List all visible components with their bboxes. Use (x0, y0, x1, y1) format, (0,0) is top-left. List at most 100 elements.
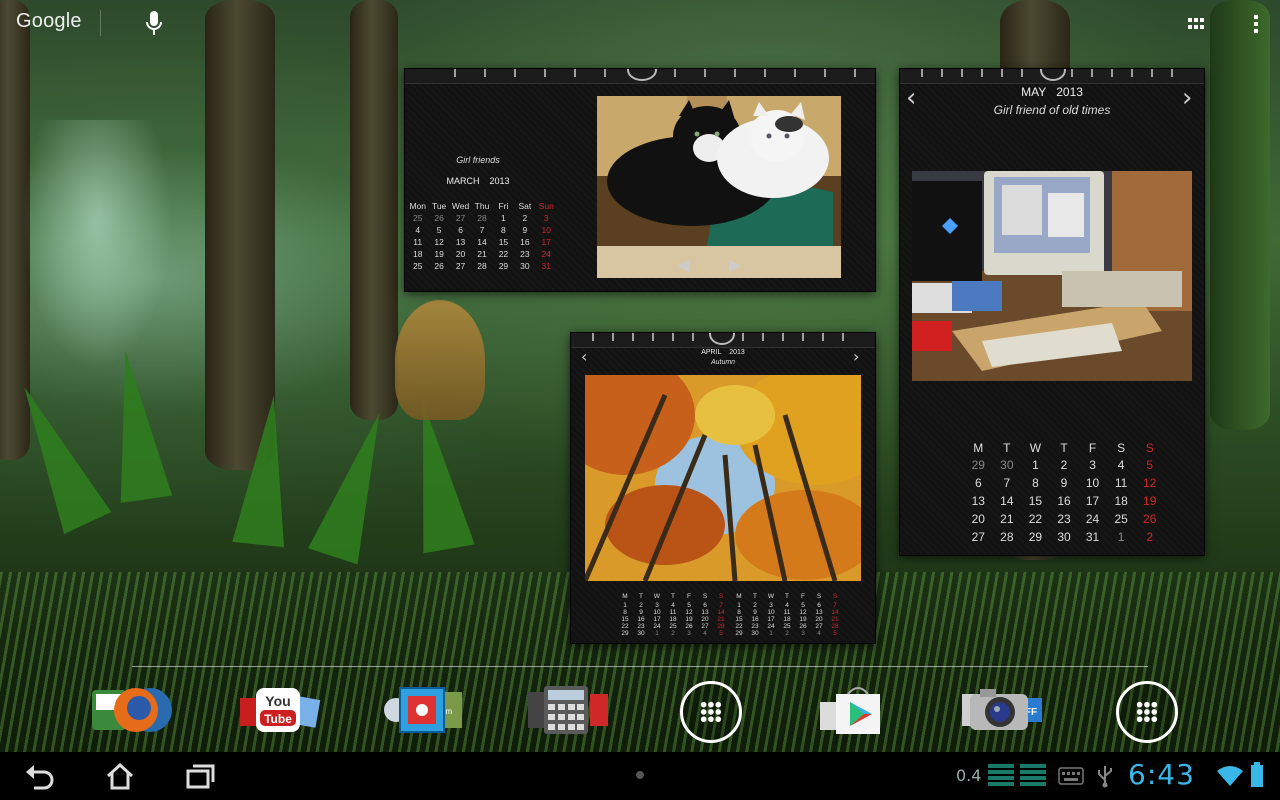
calendar-day[interactable]: 19 (681, 616, 697, 623)
calendar-day[interactable]: 21 (827, 616, 843, 623)
calendar-day[interactable]: 23 (514, 249, 535, 259)
calendar-day[interactable]: 15 (731, 616, 747, 623)
calendar-day[interactable]: 21 (471, 249, 492, 259)
calendar-day[interactable]: 20 (697, 616, 713, 623)
calendar-day[interactable]: 18 (779, 616, 795, 623)
calendar-day[interactable]: 29 (731, 630, 747, 637)
calendar-day[interactable]: 19 (428, 249, 449, 259)
calendar-day[interactable]: 17 (649, 616, 665, 623)
calendar-day[interactable]: 8 (1021, 476, 1050, 490)
calendar-day[interactable]: 23 (747, 623, 763, 630)
calendar-day[interactable]: 27 (697, 623, 713, 630)
calendar-day[interactable]: 13 (450, 237, 471, 247)
calendar-day[interactable]: 12 (428, 237, 449, 247)
folder-youtube-icon[interactable]: You Tube (238, 684, 322, 736)
calendar-day[interactable]: 1 (649, 630, 665, 637)
calendar-day[interactable]: 16 (633, 616, 649, 623)
calendar-day[interactable]: 6 (811, 602, 827, 609)
calendar-day[interactable]: 28 (471, 213, 492, 223)
calendar-day[interactable]: 29 (493, 261, 514, 271)
calendar-day[interactable]: 15 (493, 237, 514, 247)
calendar-day[interactable]: 7 (471, 225, 492, 235)
home-icon[interactable] (104, 762, 136, 790)
calendar-day[interactable]: 14 (713, 609, 729, 616)
calendar-day[interactable]: 24 (763, 623, 779, 630)
calendar-day[interactable]: 11 (665, 609, 681, 616)
grid-icon[interactable] (1186, 14, 1206, 34)
app-drawer-button[interactable] (1116, 681, 1178, 743)
calendar-day[interactable]: 8 (493, 225, 514, 235)
folder-office-icon[interactable] (526, 684, 610, 736)
calendar-day[interactable]: 25 (407, 261, 428, 271)
chevron-left-icon[interactable]: ◀ (677, 255, 689, 274)
calendar-day[interactable]: 21 (713, 616, 729, 623)
folder-firefox-icon[interactable] (90, 684, 174, 736)
calendar-day[interactable]: 26 (428, 261, 449, 271)
calendar-day[interactable]: 10 (1078, 476, 1107, 490)
calendar-day[interactable]: 17 (536, 237, 557, 247)
calendar-day[interactable]: 3 (681, 630, 697, 637)
calendar-day[interactable]: 11 (779, 609, 795, 616)
calendar-day[interactable]: 26 (428, 213, 449, 223)
calendar-widget-may[interactable]: ‹ › MAY 2013 Girl friend of old times MT… (899, 68, 1205, 556)
calendar-day[interactable]: 27 (450, 213, 471, 223)
calendar-day[interactable]: 31 (536, 261, 557, 271)
folder-camera-icon[interactable]: FF (960, 684, 1044, 736)
calendar-day[interactable]: 1 (1107, 530, 1136, 544)
calendar-day[interactable]: 13 (964, 494, 993, 508)
calendar-day[interactable]: 3 (536, 213, 557, 223)
folder-tools-icon[interactable]: im (382, 684, 466, 736)
calendar-day[interactable]: 11 (1107, 476, 1136, 490)
calendar-day[interactable]: 30 (633, 630, 649, 637)
calendar-day[interactable]: 18 (407, 249, 428, 259)
calendar-day[interactable]: 18 (1107, 494, 1136, 508)
calendar-day[interactable]: 30 (993, 458, 1022, 472)
calendar-day[interactable]: 3 (763, 602, 779, 609)
calendar-day[interactable]: 2 (1135, 530, 1164, 544)
calendar-day[interactable]: 24 (1078, 512, 1107, 526)
chevron-right-icon[interactable]: ▶ (729, 255, 741, 274)
calendar-day[interactable]: 27 (964, 530, 993, 544)
calendar-day[interactable]: 26 (681, 623, 697, 630)
calendar-day[interactable]: 4 (697, 630, 713, 637)
calendar-day[interactable]: 31 (1078, 530, 1107, 544)
calendar-day[interactable]: 19 (1135, 494, 1164, 508)
calendar-day[interactable]: 28 (713, 623, 729, 630)
calendar-day[interactable]: 10 (649, 609, 665, 616)
folder-play-store-icon[interactable] (818, 684, 902, 736)
calendar-day[interactable]: 17 (1078, 494, 1107, 508)
calendar-day[interactable]: 20 (964, 512, 993, 526)
calendar-day[interactable]: 7 (713, 602, 729, 609)
calendar-day[interactable]: 29 (1021, 530, 1050, 544)
calendar-day[interactable]: 20 (811, 616, 827, 623)
calendar-day[interactable]: 4 (665, 602, 681, 609)
calendar-day[interactable]: 30 (747, 630, 763, 637)
calendar-day[interactable]: 6 (697, 602, 713, 609)
calendar-day[interactable]: 22 (731, 623, 747, 630)
calendar-day[interactable]: 3 (1078, 458, 1107, 472)
calendar-day[interactable]: 22 (1021, 512, 1050, 526)
calendar-day[interactable]: 26 (1135, 512, 1164, 526)
calendar-day[interactable]: 23 (1050, 512, 1079, 526)
overflow-menu-icon[interactable] (1246, 12, 1266, 36)
calendar-day[interactable]: 15 (1021, 494, 1050, 508)
calendar-day[interactable]: 2 (747, 602, 763, 609)
calendar-day[interactable]: 18 (665, 616, 681, 623)
calendar-day[interactable]: 27 (811, 623, 827, 630)
calendar-day[interactable]: 6 (964, 476, 993, 490)
calendar-day[interactable]: 30 (1050, 530, 1079, 544)
calendar-day[interactable]: 9 (633, 609, 649, 616)
calendar-day[interactable]: 2 (514, 213, 535, 223)
calendar-day[interactable]: 2 (779, 630, 795, 637)
calendar-day[interactable]: 4 (407, 225, 428, 235)
calendar-day[interactable]: 12 (681, 609, 697, 616)
calendar-day[interactable]: 21 (993, 512, 1022, 526)
calendar-day[interactable]: 16 (514, 237, 535, 247)
calendar-day[interactable]: 1 (763, 630, 779, 637)
calendar-day[interactable]: 9 (1050, 476, 1079, 490)
calendar-day[interactable]: 1 (731, 602, 747, 609)
calendar-day[interactable]: 25 (407, 213, 428, 223)
calendar-day[interactable]: 4 (1107, 458, 1136, 472)
calendar-day[interactable]: 22 (617, 623, 633, 630)
calendar-day[interactable]: 24 (536, 249, 557, 259)
